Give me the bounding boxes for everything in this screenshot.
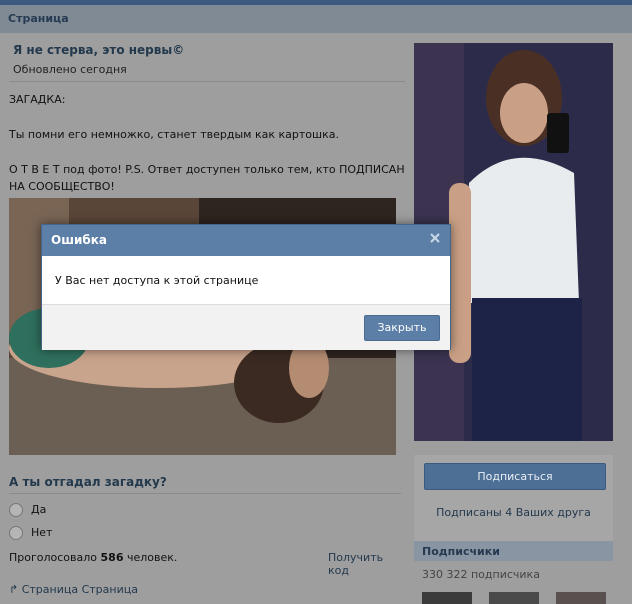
vote-prefix: Проголосовало bbox=[9, 551, 98, 564]
error-dialog: Ошибка У Вас нет доступа к этой странице… bbox=[41, 224, 451, 350]
subscribe-box: Подписаться Подписаны 4 Ваших друга bbox=[414, 455, 613, 541]
vote-suffix: человек. bbox=[127, 551, 178, 564]
subscribers-title: Подписчики bbox=[422, 545, 500, 558]
page-header: Страница bbox=[0, 5, 632, 33]
subscribe-button[interactable]: Подписаться bbox=[424, 463, 606, 490]
group-updated: Обновлено сегодня bbox=[13, 63, 127, 76]
close-icon[interactable] bbox=[428, 231, 442, 245]
subscriber-avatar[interactable] bbox=[556, 592, 606, 604]
dialog-header: Ошибка bbox=[42, 225, 450, 256]
group-title: Я не стерва, это нервы© bbox=[13, 43, 185, 57]
footer-link-text: Страница Страница bbox=[21, 583, 138, 596]
poll-option-no[interactable]: Нет bbox=[9, 526, 52, 542]
radio-button[interactable] bbox=[9, 526, 23, 540]
dialog-title: Ошибка bbox=[51, 233, 107, 247]
post-line: Ты помни его немножко, станет твердым ка… bbox=[9, 128, 339, 141]
post-line: ЗАГАДКА: bbox=[9, 93, 66, 106]
subscriber-avatar[interactable] bbox=[422, 592, 472, 604]
poll-divider bbox=[9, 493, 401, 494]
divider bbox=[9, 81, 405, 82]
poll-option-label: Да bbox=[31, 503, 47, 516]
subscribers-header[interactable]: Подписчики bbox=[414, 541, 613, 561]
subscriber-thumbnails bbox=[422, 592, 613, 604]
vote-number: 586 bbox=[100, 551, 124, 564]
footer-page-link[interactable]: ↱ Страница Страница bbox=[9, 583, 138, 596]
radio-button[interactable] bbox=[9, 503, 23, 517]
dialog-footer: Закрыть bbox=[42, 304, 450, 350]
page-header-title: Страница bbox=[8, 12, 69, 25]
post-line: О Т В Е Т под фото! P.S. Ответ доступен … bbox=[9, 163, 405, 193]
poll-option-label: Нет bbox=[31, 526, 53, 539]
subscriber-avatar[interactable] bbox=[489, 592, 539, 604]
poll-vote-count: Проголосовало 586 человек. bbox=[9, 551, 177, 564]
share-icon: ↱ bbox=[9, 583, 19, 596]
friends-subscribed-link[interactable]: Подписаны 4 Ваших друга bbox=[414, 506, 613, 519]
poll-option-yes[interactable]: Да bbox=[9, 503, 46, 519]
poll-question: А ты отгадал загадку? bbox=[9, 475, 167, 489]
subscribers-count: 330 322 подписчика bbox=[422, 568, 540, 581]
get-code-link[interactable]: Получить код bbox=[328, 551, 405, 577]
close-button[interactable]: Закрыть bbox=[364, 315, 440, 341]
post-text: ЗАГАДКА: Ты помни его немножко, станет т… bbox=[9, 91, 405, 213]
dialog-message: У Вас нет доступа к этой странице bbox=[55, 274, 259, 287]
